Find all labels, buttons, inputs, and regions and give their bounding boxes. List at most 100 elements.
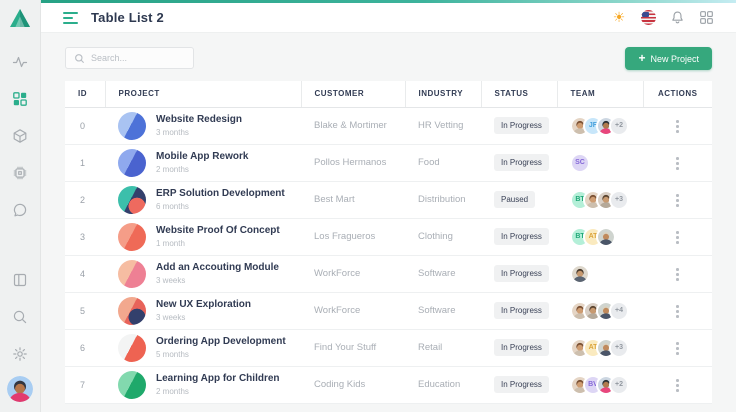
team-avatar-photo — [570, 264, 590, 284]
column-header-actions: ACTIONS — [643, 81, 712, 107]
project-icon — [118, 260, 146, 288]
activity-icon[interactable] — [12, 54, 28, 70]
team-avatar-more: +2 — [609, 116, 629, 136]
project-duration: 1 month — [156, 239, 280, 248]
settings-gear-icon[interactable] — [12, 346, 28, 362]
row-id: 0 — [65, 107, 105, 144]
project-duration: 3 weeks — [156, 276, 279, 285]
chat-bubble-icon[interactable] — [12, 202, 28, 218]
table-row[interactable]: 2 ERP Solution Development 6 months Best… — [65, 181, 712, 218]
team-avatars: AT +3 — [570, 338, 643, 358]
project-cell: Learning App for Children 2 months — [118, 371, 301, 399]
table-body: 0 Website Redesign 3 months Blake & Mort… — [65, 107, 712, 403]
chip-icon[interactable] — [12, 165, 28, 181]
project-duration: 2 months — [156, 387, 280, 396]
row-actions-kebab-icon[interactable] — [672, 116, 683, 137]
notifications-bell-icon[interactable] — [669, 10, 685, 26]
row-actions-kebab-icon[interactable] — [672, 375, 683, 396]
team-avatars: BV +2 — [570, 375, 643, 395]
search-box[interactable] — [65, 47, 194, 69]
status-badge: In Progress — [494, 228, 549, 245]
project-cell: Mobile App Rework 2 months — [118, 149, 301, 177]
project-name: Website Redesign — [156, 114, 242, 126]
team-avatars: BTAT — [570, 227, 643, 247]
customer-cell: Find Your Stuff — [301, 329, 405, 366]
industry-cell: HR Vetting — [405, 107, 481, 144]
row-id: 5 — [65, 292, 105, 329]
project-cell: Website Redesign 3 months — [118, 112, 301, 140]
project-name: Learning App for Children — [156, 373, 280, 385]
project-icon — [118, 371, 146, 399]
project-icon — [118, 186, 146, 214]
row-actions-kebab-icon[interactable] — [672, 190, 683, 211]
row-id: 1 — [65, 144, 105, 181]
customer-cell: Los Fragueros — [301, 218, 405, 255]
status-badge: Paused — [494, 191, 535, 208]
dashboard-grid-icon[interactable] — [12, 91, 28, 107]
table-row[interactable]: 4 Add an Accouting Module 3 weeks WorkFo… — [65, 255, 712, 292]
customer-cell: Pollos Hermanos — [301, 144, 405, 181]
team-avatars: JF +2 — [570, 116, 643, 136]
sidebar — [0, 0, 41, 412]
row-actions-kebab-icon[interactable] — [672, 338, 683, 359]
package-icon[interactable] — [12, 128, 28, 144]
row-id: 6 — [65, 329, 105, 366]
project-name: Ordering App Development — [156, 336, 286, 348]
theme-sun-icon[interactable]: ☀ — [611, 10, 627, 26]
project-duration: 3 weeks — [156, 313, 251, 322]
search-sidebar-icon[interactable] — [12, 309, 28, 325]
team-avatar-more: +3 — [609, 338, 629, 358]
app-logo-icon[interactable] — [9, 8, 31, 33]
team-avatars: BT +3 — [570, 190, 643, 210]
project-name: ERP Solution Development — [156, 188, 285, 200]
language-flag-icon[interactable] — [640, 10, 656, 26]
team-avatar-more: +2 — [609, 375, 629, 395]
table-row[interactable]: 6 Ordering App Development 5 months Find… — [65, 329, 712, 366]
project-duration: 6 months — [156, 202, 285, 211]
row-actions-kebab-icon[interactable] — [672, 227, 683, 248]
user-avatar[interactable] — [7, 376, 33, 402]
project-name: Add an Accouting Module — [156, 262, 279, 274]
customer-cell: Blake & Mortimer — [301, 107, 405, 144]
project-icon — [118, 149, 146, 177]
status-badge: In Progress — [494, 376, 549, 393]
new-project-button[interactable]: + New Project — [625, 47, 712, 70]
row-actions-kebab-icon[interactable] — [672, 153, 683, 174]
toolbar: + New Project — [65, 47, 712, 70]
row-id: 3 — [65, 218, 105, 255]
pages-layout-icon[interactable] — [12, 272, 28, 288]
customer-cell: Best Mart — [301, 181, 405, 218]
row-actions-kebab-icon[interactable] — [672, 301, 683, 322]
project-name: Mobile App Rework — [156, 151, 248, 163]
row-id: 2 — [65, 181, 105, 218]
team-avatar-more: +3 — [609, 190, 629, 210]
industry-cell: Education — [405, 366, 481, 403]
project-cell: ERP Solution Development 6 months — [118, 186, 301, 214]
project-cell: Website Proof Of Concept 1 month — [118, 223, 301, 251]
table-row[interactable]: 1 Mobile App Rework 2 months Pollos Herm… — [65, 144, 712, 181]
table-row[interactable]: 0 Website Redesign 3 months Blake & Mort… — [65, 107, 712, 144]
apps-grid-icon[interactable] — [698, 10, 714, 26]
team-avatar-more: +4 — [609, 301, 629, 321]
project-name: New UX Exploration — [156, 299, 251, 311]
row-id: 4 — [65, 255, 105, 292]
project-icon — [118, 112, 146, 140]
search-input[interactable] — [91, 53, 183, 63]
project-cell: Ordering App Development 5 months — [118, 334, 301, 362]
column-header-customer: CUSTOMER — [301, 81, 405, 107]
team-avatar-photo — [596, 227, 616, 247]
column-header-industry: INDUSTRY — [405, 81, 481, 107]
status-badge: In Progress — [494, 265, 549, 282]
table-row[interactable]: 5 New UX Exploration 3 weeks WorkForceSo… — [65, 292, 712, 329]
status-badge: In Progress — [494, 339, 549, 356]
customer-cell: WorkForce — [301, 292, 405, 329]
menu-toggle-icon[interactable] — [63, 12, 78, 24]
table-row[interactable]: 3 Website Proof Of Concept 1 month Los F… — [65, 218, 712, 255]
row-actions-kebab-icon[interactable] — [672, 264, 683, 285]
customer-cell: Coding Kids — [301, 366, 405, 403]
project-name: Website Proof Of Concept — [156, 225, 280, 237]
project-icon — [118, 223, 146, 251]
table-row[interactable]: 7 Learning App for Children 2 months Cod… — [65, 366, 712, 403]
industry-cell: Software — [405, 255, 481, 292]
team-avatars — [570, 264, 643, 284]
